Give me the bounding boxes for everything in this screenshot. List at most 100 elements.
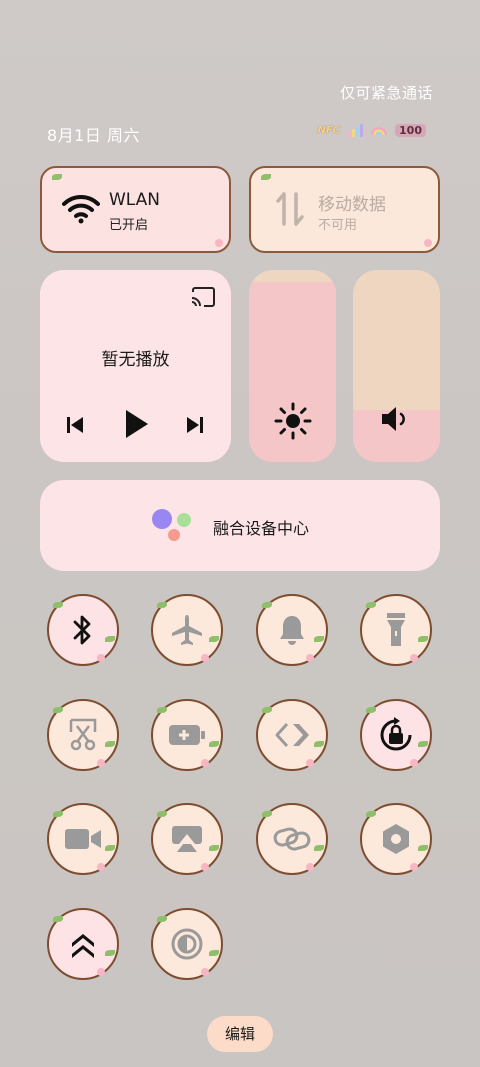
leaf-decoration — [418, 741, 428, 747]
flower-decoration — [215, 239, 223, 247]
leaf-decoration — [157, 707, 167, 713]
media-player-card[interactable]: 暂无播放 — [40, 270, 231, 462]
hub-logo-red-dot — [168, 529, 180, 541]
leaf-decoration — [262, 707, 272, 713]
flower-decoration — [97, 759, 105, 767]
media-title: 暂无播放 — [101, 350, 170, 370]
flower-decoration — [410, 759, 418, 767]
leaf-decoration — [53, 707, 63, 713]
bell-icon — [276, 613, 308, 647]
scissors-icon — [67, 718, 99, 752]
flower-decoration — [97, 968, 105, 976]
volume-slider[interactable] — [353, 270, 440, 462]
toggle-screenshot[interactable] — [47, 699, 119, 771]
toggle-bluetooth[interactable] — [47, 594, 119, 666]
link-icon — [272, 825, 312, 853]
leaf-decoration — [53, 916, 63, 922]
previous-track-icon[interactable] — [64, 414, 86, 436]
device-hub-card[interactable]: 融合设备中心 — [40, 480, 440, 571]
leaf-decoration — [261, 174, 271, 180]
toggle-link-share[interactable] — [256, 803, 328, 875]
wifi-rainbow-icon — [371, 126, 388, 135]
cast-screen-icon[interactable] — [190, 286, 216, 308]
date-text: 8月1日 周六 — [47, 126, 140, 145]
flower-decoration — [306, 759, 314, 767]
leaf-decoration — [52, 174, 62, 180]
leaf-decoration — [209, 741, 219, 747]
flower-decoration — [410, 863, 418, 871]
leaf-decoration — [105, 741, 115, 747]
leaf-decoration — [105, 636, 115, 642]
flower-decoration — [97, 863, 105, 871]
flower-decoration — [201, 863, 209, 871]
brightness-slider[interactable] — [249, 270, 336, 462]
leaf-decoration — [209, 845, 219, 851]
flower-decoration — [201, 759, 209, 767]
leaf-decoration — [157, 916, 167, 922]
next-track-icon[interactable] — [184, 414, 206, 436]
hub-logo-green-dot — [177, 513, 191, 527]
flower-decoration — [97, 654, 105, 662]
bluetooth-icon — [69, 613, 97, 647]
toggle-double-chevron[interactable] — [47, 908, 119, 980]
wlan-tile[interactable]: WLAN 已开启 — [40, 166, 231, 253]
flower-decoration — [306, 863, 314, 871]
toggle-airplane-mode[interactable] — [151, 594, 223, 666]
hexagon-icon — [380, 822, 412, 856]
toggle-flashlight[interactable] — [360, 594, 432, 666]
toggle-auto-rotate-lock[interactable] — [360, 699, 432, 771]
status-icons: NFC 100 — [317, 124, 426, 137]
leaf-decoration — [105, 950, 115, 956]
flower-decoration — [410, 654, 418, 662]
leaf-decoration — [262, 811, 272, 817]
flower-decoration — [201, 654, 209, 662]
leaf-decoration — [314, 845, 324, 851]
mobile-data-title: 移动数据 — [318, 195, 386, 215]
mobile-data-tile[interactable]: 移动数据 不可用 — [249, 166, 440, 253]
airplane-icon — [169, 612, 205, 648]
share-arrows-icon — [273, 720, 311, 750]
leaf-decoration — [209, 950, 219, 956]
leaf-decoration — [209, 636, 219, 642]
leaf-decoration — [366, 811, 376, 817]
battery-plus-icon — [167, 723, 207, 747]
device-hub-label: 融合设备中心 — [213, 519, 310, 538]
toggle-dark-mode[interactable] — [151, 908, 223, 980]
play-icon[interactable] — [122, 408, 150, 440]
leaf-decoration — [157, 602, 167, 608]
edit-button[interactable]: 编辑 — [207, 1016, 273, 1052]
contrast-icon — [170, 927, 204, 961]
nfc-icon: NFC — [317, 125, 341, 136]
wifi-icon — [62, 194, 100, 224]
cast-icon — [170, 824, 204, 854]
mobile-data-status: 不可用 — [318, 218, 358, 233]
toggle-sound[interactable] — [256, 594, 328, 666]
leaf-decoration — [53, 811, 63, 817]
sun-icon — [274, 402, 312, 440]
flower-decoration — [424, 239, 432, 247]
leaf-decoration — [105, 845, 115, 851]
toggle-battery-saver[interactable] — [151, 699, 223, 771]
double-chevron-up-icon — [69, 929, 97, 959]
speaker-icon — [382, 407, 405, 431]
emergency-calls-only-text: 仅可紧急通话 — [339, 84, 433, 102]
leaf-decoration — [366, 602, 376, 608]
battery-indicator: 100 — [395, 124, 426, 137]
flashlight-icon — [384, 611, 408, 649]
leaf-decoration — [418, 636, 428, 642]
wlan-status: 已开启 — [109, 218, 149, 233]
leaf-decoration — [314, 636, 324, 642]
leaf-decoration — [418, 845, 428, 851]
wlan-title: WLAN — [109, 190, 161, 210]
toggle-settings-hexagon[interactable] — [360, 803, 432, 875]
leaf-decoration — [157, 811, 167, 817]
leaf-decoration — [314, 741, 324, 747]
leaf-decoration — [53, 602, 63, 608]
data-arrows-icon — [276, 192, 304, 226]
toggle-screen-record[interactable] — [47, 803, 119, 875]
video-camera-icon — [63, 826, 103, 852]
flower-decoration — [201, 968, 209, 976]
toggle-remote-share[interactable] — [256, 699, 328, 771]
leaf-decoration — [262, 602, 272, 608]
toggle-screen-cast[interactable] — [151, 803, 223, 875]
